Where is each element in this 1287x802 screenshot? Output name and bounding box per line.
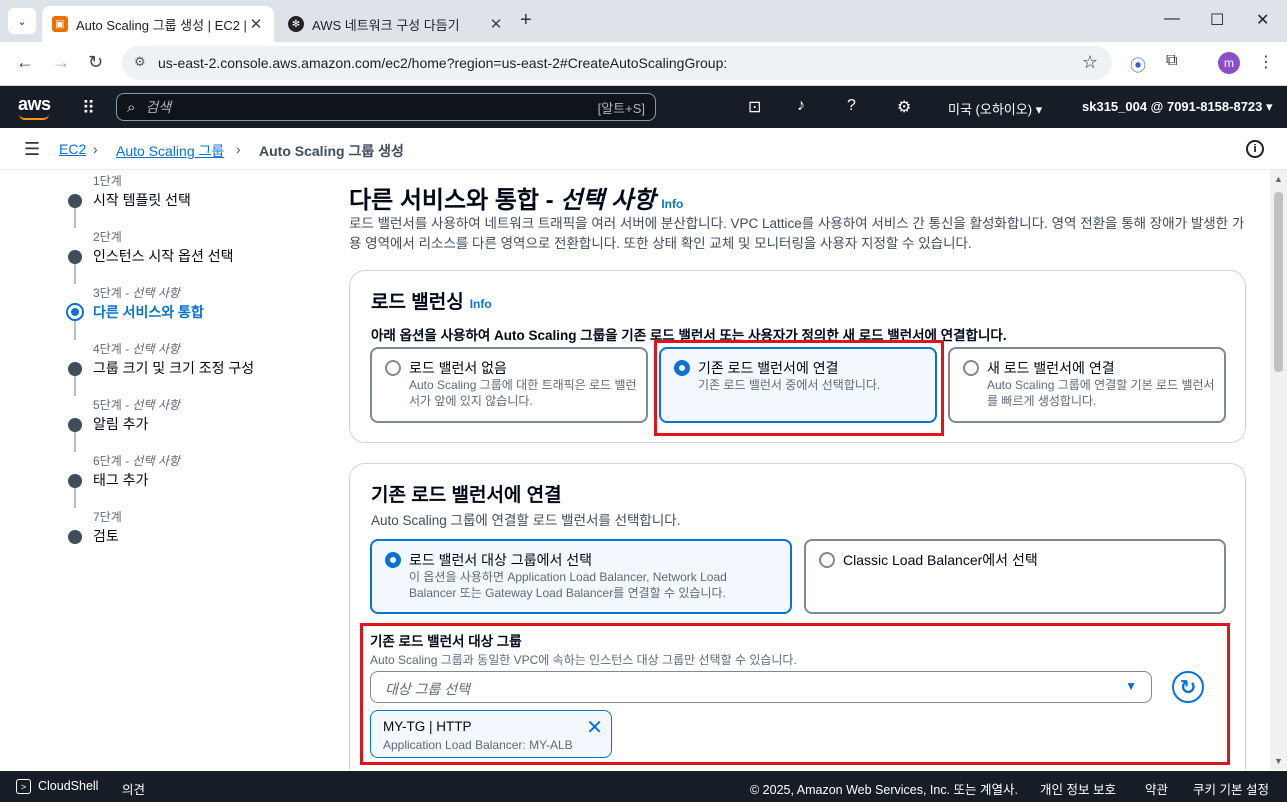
scroll-down-icon[interactable]: ▼ [1274,756,1283,766]
radio-button[interactable] [385,360,401,376]
info-icon[interactable]: i [1246,140,1264,158]
highlight-box [654,340,944,436]
scrollbar-thumb[interactable] [1274,192,1283,372]
extensions-puzzle-icon[interactable]: ⧉ [1166,52,1177,70]
reload-icon[interactable]: ↻ [88,52,103,73]
search-shortcut: [알트+S] [597,100,645,116]
aws-favicon-icon: ▣ [52,16,68,32]
option-classic-lb[interactable]: Classic Load Balancer에서 선택 [804,539,1226,614]
aws-logo[interactable]: aws [18,94,51,120]
aws-console-nav: aws ⠿ ⌕ 검색 [알트+S] ⊡ ♪ ? ⚙ 미국 (오하이오) ▾ sk… [0,86,1287,128]
step-connector [74,432,76,452]
bookmark-star-icon[interactable]: ☆ [1082,52,1098,73]
close-tab-icon[interactable]: ✕ [248,15,264,33]
chatgpt-favicon-icon: ✻ [288,16,304,32]
region-selector[interactable]: 미국 (오하이오) ▾ [948,99,1042,118]
help-icon[interactable]: ? [847,97,856,115]
breadcrumb-ec2[interactable]: EC2 [59,141,86,157]
section-heading: 기존 로드 밸런서에 연결 [371,485,562,506]
radio-button[interactable] [963,360,979,376]
console-footer: > CloudShell 의견 © 2025, Amazon Web Servi… [0,771,1287,802]
cloudshell-icon: > [16,779,31,794]
privacy-link[interactable]: 개인 정보 보호 [1040,779,1116,798]
step-connector [74,320,76,340]
window-close-icon[interactable]: ✕ [1256,10,1269,30]
cloudshell-icon[interactable]: ⊡ [748,97,761,117]
url-text: us-east-2.console.aws.amazon.com/ec2/hom… [158,55,728,71]
profile-avatar[interactable]: m [1218,52,1240,74]
option-title: 새 로드 밸런서에 연결 [987,360,1115,376]
section-description: Auto Scaling 그룹에 연결할 로드 밸런서를 선택합니다. [371,513,681,528]
browser-menu-icon[interactable]: ⋮ [1258,52,1274,72]
tab-title: Auto Scaling 그룹 생성 | EC2 | [76,17,247,33]
search-icon: ⌕ [127,98,136,116]
services-grid-icon[interactable]: ⠿ [82,98,95,119]
option-new-load-balancer[interactable]: 새 로드 밸런서에 연결 Auto Scaling 그룹에 연결할 기본 로드 … [948,347,1226,423]
wizard-steps: 1단계 시작 템플릿 선택 2단계 인스턴스 시작 옵션 선택 3단계 - 선택… [0,170,330,770]
url-bar[interactable]: ⚙ us-east-2.console.aws.amazon.com/ec2/h… [122,46,1112,80]
option-title: 로드 밸런서 없음 [409,360,507,376]
notifications-bell-icon[interactable]: ♪ [797,97,805,115]
tab-title: AWS 네트워크 구성 다듬기 [312,17,460,33]
step-connector [74,488,76,508]
chevron-right-icon: › [93,141,98,157]
close-tab-icon[interactable]: ✕ [488,15,504,33]
highlight-box [360,623,1230,765]
option-desc: Auto Scaling 그룹에 연결할 기본 로드 밸런서를 빠르게 생성합니… [987,378,1215,408]
option-desc: Auto Scaling 그룹에 대한 트래픽은 로드 밸런서가 앞에 있지 않… [409,378,637,408]
browser-toolbar: ← → ↻ ⚙ us-east-2.console.aws.amazon.com… [0,42,1287,86]
new-tab-icon[interactable]: + [520,9,532,32]
option-no-load-balancer[interactable]: 로드 밸런서 없음 Auto Scaling 그룹에 대한 트래픽은 로드 밸런… [370,347,648,423]
step-connector [74,376,76,396]
radio-button[interactable] [819,552,835,568]
breadcrumb-asg[interactable]: Auto Scaling 그룹 [116,143,224,159]
info-link[interactable]: Info [470,297,492,311]
radio-button-selected[interactable] [385,552,401,568]
option-desc: 이 옵션을 사용하면 Application Load Balancer, Ne… [409,570,727,600]
step-connector [74,208,76,228]
browser-tab-active[interactable]: ▣ Auto Scaling 그룹 생성 | EC2 | ✕ [42,6,274,42]
section-heading: 로드 밸런싱 Info [371,292,492,313]
extension-icon[interactable]: ⦿ [1130,52,1146,76]
option-title: Classic Load Balancer에서 선택 [843,552,1038,568]
main-content: 다른 서비스와 통합 - 선택 사항 Info 로드 밸런서를 사용하여 네트워크… [349,170,1269,770]
scroll-up-icon[interactable]: ▲ [1274,174,1283,184]
info-link[interactable]: Info [661,197,683,211]
hamburger-menu-icon[interactable]: ☰ [24,139,40,160]
page-description: 로드 밸런서를 사용하여 네트워크 트래픽을 여러 서버에 분산합니다. VPC… [349,216,1245,251]
terms-link[interactable]: 약관 [1145,779,1168,798]
breadcrumb: ☰ EC2 › Auto Scaling 그룹 › Auto Scaling 그… [0,128,1287,170]
back-icon[interactable]: ← [16,52,34,73]
copyright-text: © 2025, Amazon Web Services, Inc. 또는 계열사… [750,783,1018,797]
option-title: 로드 밸런서 대상 그룹에서 선택 [409,552,592,568]
step-connector [74,264,76,284]
site-settings-icon[interactable]: ⚙ [134,54,146,70]
page-title: 다른 서비스와 통합 - 선택 사항 Info [349,187,684,214]
option-target-group[interactable]: 로드 밸런서 대상 그룹에서 선택 이 옵션을 사용하면 Application… [370,539,792,614]
page-scrollbar[interactable]: ▲ ▼ [1270,170,1287,770]
search-placeholder: 검색 [145,99,172,115]
minimize-icon[interactable]: — [1164,10,1180,28]
settings-gear-icon[interactable]: ⚙ [897,97,911,117]
forward-icon[interactable]: → [52,52,70,73]
browser-tab-inactive[interactable]: ✻ AWS 네트워크 구성 다듬기 ✕ [278,6,514,42]
tab-search-dropdown-icon[interactable]: ⌄ [8,8,36,34]
browser-tab-strip: ⌄ ▣ Auto Scaling 그룹 생성 | EC2 | ✕ ✻ AWS 네… [0,0,1287,42]
chevron-right-icon: › [236,141,241,157]
console-search-input[interactable]: ⌕ 검색 [알트+S] [116,93,656,121]
cloudshell-link[interactable]: CloudShell [38,779,98,793]
breadcrumb-current: Auto Scaling 그룹 생성 [259,143,404,159]
feedback-link[interactable]: 의견 [122,779,145,798]
cookie-prefs-link[interactable]: 쿠키 기본 설정 [1193,779,1269,798]
maximize-icon[interactable]: ☐ [1210,10,1224,30]
account-menu[interactable]: sk315_004 @ 7091-8158-8723 ▾ [1082,99,1273,115]
